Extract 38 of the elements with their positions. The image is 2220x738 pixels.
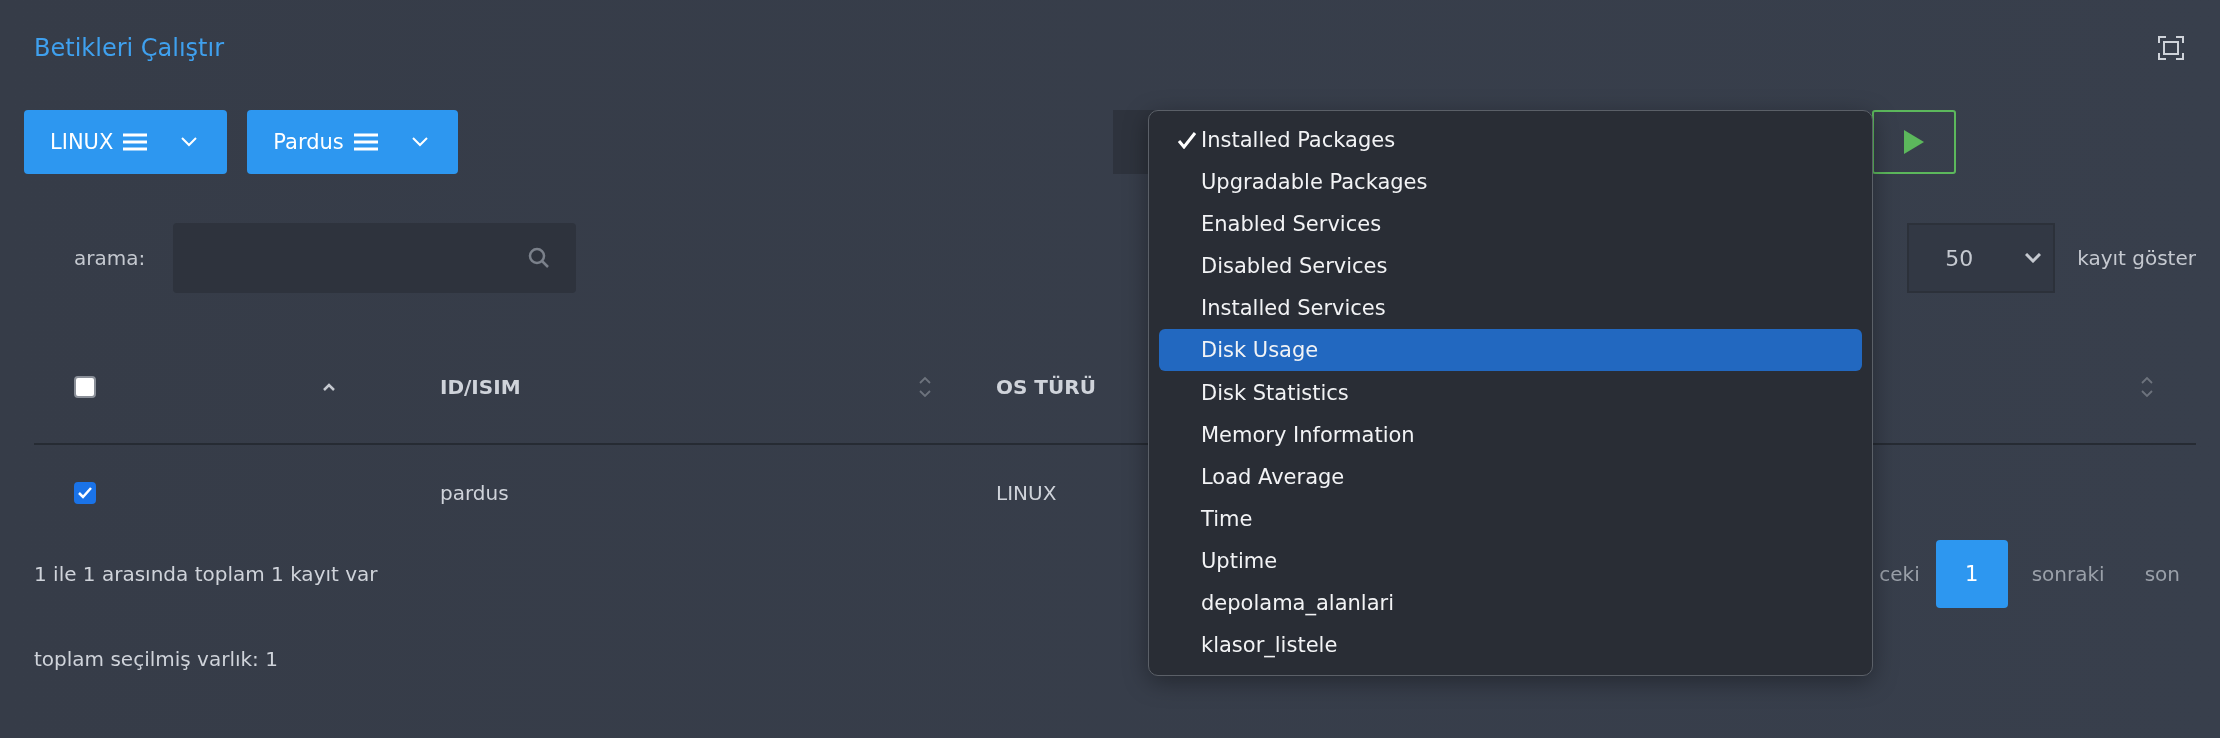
checkmark-icon bbox=[78, 487, 92, 499]
menu-item[interactable]: Load Average bbox=[1159, 455, 1862, 498]
menu-item[interactable]: Disk Statistics bbox=[1159, 371, 1862, 414]
page-length-label: kayıt göster bbox=[2077, 246, 2196, 270]
play-icon bbox=[1904, 130, 1924, 154]
chevron-down-icon bbox=[2025, 253, 2042, 263]
search-field[interactable] bbox=[173, 223, 577, 293]
pagination-link[interactable]: sonraki bbox=[2011, 562, 2125, 586]
menu-item[interactable]: Uptime bbox=[1159, 539, 1862, 582]
search-label: arama: bbox=[74, 246, 146, 270]
column-header[interactable]: ID/ISIM bbox=[440, 375, 521, 399]
selected-total: toplam seçilmiş varlık: 1 bbox=[34, 647, 278, 671]
menu-item[interactable]: Disabled Services bbox=[1159, 245, 1862, 288]
menu-item[interactable]: Installed Packages bbox=[1159, 119, 1862, 161]
menu-item[interactable]: Enabled Services bbox=[1159, 203, 1862, 246]
chevron-down-icon bbox=[411, 137, 428, 147]
menu-item[interactable]: klasor_listele bbox=[1159, 624, 1862, 667]
menu-icon bbox=[353, 133, 378, 151]
column-header[interactable]: OS TÜRÜ bbox=[996, 375, 1096, 399]
page-title: Betikleri Çalıştır bbox=[34, 34, 225, 62]
chevron-down-icon bbox=[181, 137, 198, 147]
menu-item[interactable]: Memory Information bbox=[1159, 413, 1862, 456]
fullscreen-icon[interactable] bbox=[2158, 36, 2184, 60]
menu-item[interactable]: Time bbox=[1159, 497, 1862, 540]
page-length-select[interactable]: 50 bbox=[1907, 223, 2056, 293]
menu-icon bbox=[123, 133, 148, 151]
menu-item[interactable]: Upgradable Packages bbox=[1159, 161, 1862, 204]
table-info: 1 ile 1 arasında toplam 1 kayıt var bbox=[34, 562, 378, 586]
select-all-checkbox[interactable] bbox=[74, 376, 96, 398]
menu-item[interactable]: Disk Usage bbox=[1159, 329, 1862, 372]
menu-item[interactable]: depolama_alanlari bbox=[1159, 582, 1862, 625]
pagination-link[interactable]: son bbox=[2124, 562, 2200, 586]
row-checkbox[interactable] bbox=[74, 482, 96, 504]
search-icon bbox=[528, 247, 551, 269]
table-cell: pardus bbox=[440, 481, 509, 505]
sort-ascending-icon[interactable] bbox=[322, 382, 336, 392]
table-cell: LINUX bbox=[996, 481, 1057, 505]
menu-item[interactable]: Installed Services bbox=[1159, 287, 1862, 330]
